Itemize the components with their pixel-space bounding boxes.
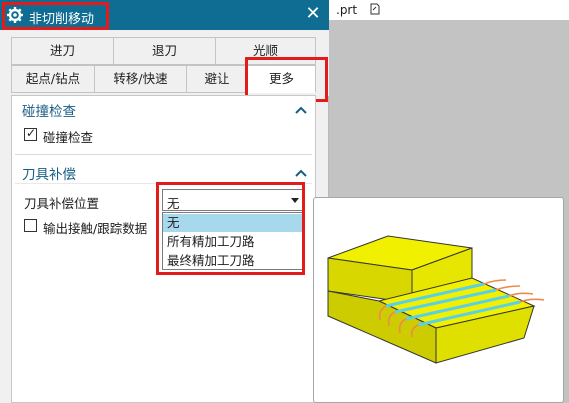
tab-start-drill-point[interactable]: 起点/钻点 (11, 65, 95, 93)
collision-check-section-title[interactable]: 碰撞检查 (22, 100, 76, 120)
tab-retract[interactable]: 退刀 (113, 37, 216, 65)
tool-compensation-section-title[interactable]: 刀具补偿 (22, 163, 76, 183)
file-tab-strip (329, 0, 569, 20)
collision-check-label: 碰撞检查 (43, 130, 94, 145)
compensation-position-label: 刀具补偿位置 (24, 196, 100, 211)
tab-avoidance[interactable]: 避让 (186, 65, 248, 93)
preview-image (313, 197, 564, 403)
tab-engage[interactable]: 进刀 (11, 37, 114, 65)
stepped-part-illustration (327, 235, 545, 364)
non-cutting-moves-dialog: 非切削移动 ✕ 进刀 退刀 光顺 起点/钻点 转移/快速 避让 更多 碰撞检查 … (0, 0, 329, 403)
collapse-caret-icon[interactable] (295, 103, 309, 114)
tab-transfer-rapid[interactable]: 转移/快速 (94, 65, 187, 93)
edit-file-icon[interactable] (369, 3, 380, 18)
file-name[interactable]: .prt (336, 3, 357, 17)
output-contact-tracking-label: 输出接触/跟踪数据 (43, 221, 148, 236)
collapse-caret-icon[interactable] (295, 166, 309, 177)
close-icon[interactable]: ✕ (303, 4, 323, 24)
section-divider (15, 154, 312, 155)
dropdown-highlight-box (156, 182, 305, 275)
title-highlight-box (2, 2, 109, 30)
output-contact-tracking-checkbox[interactable] (24, 219, 37, 232)
check-mark-icon: ✓ (26, 126, 37, 140)
collision-check-checkbox[interactable]: ✓ (24, 126, 37, 141)
